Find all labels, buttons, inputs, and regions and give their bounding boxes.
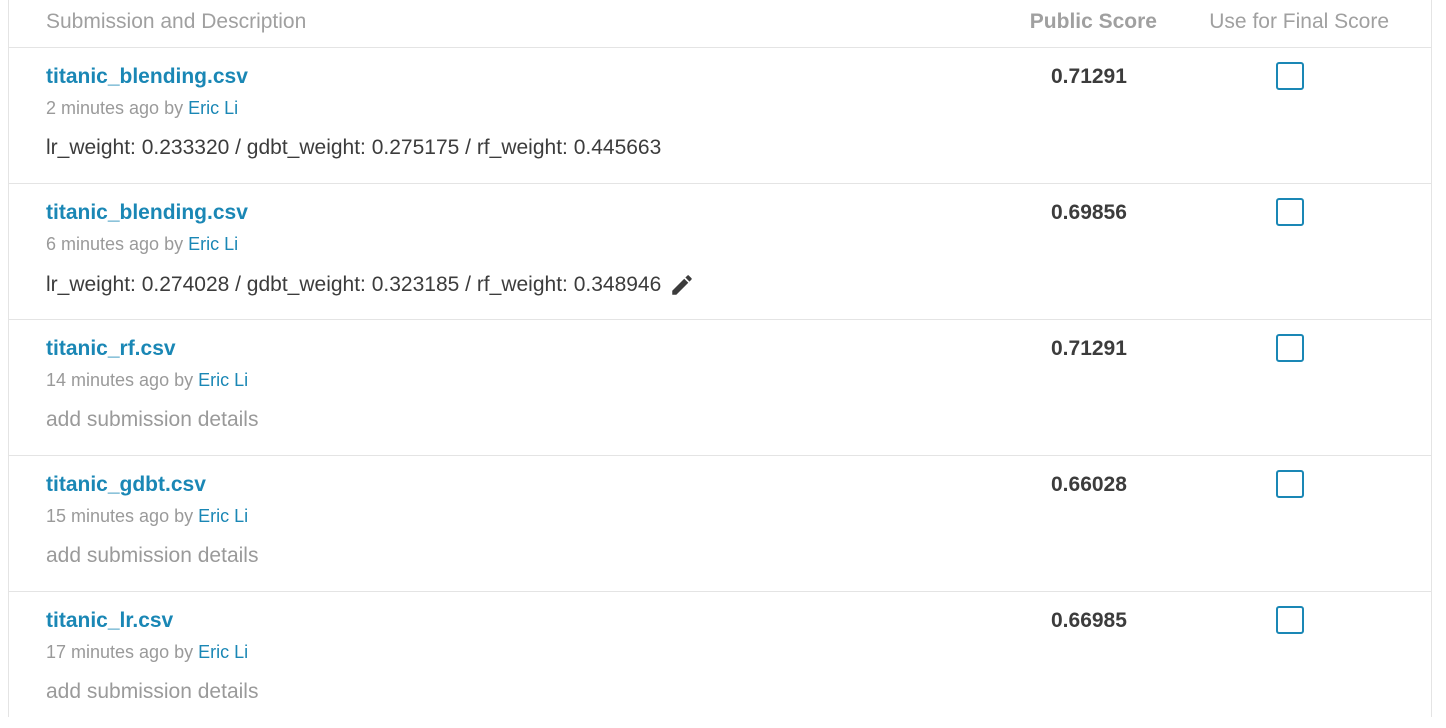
description-text: lr_weight: 0.274028 / gdbt_weight: 0.323… xyxy=(46,273,662,296)
submission-meta: 15 minutes ago by Eric Li xyxy=(46,506,248,527)
header-description: Submission and Description xyxy=(46,10,307,33)
submission-filename-link[interactable]: titanic_blending.csv xyxy=(46,201,248,225)
table-row: titanic_blending.csv 2 minutes ago by Er… xyxy=(9,48,1431,184)
table-header: Submission and Description Public Score … xyxy=(9,0,1431,48)
submissions-table: Submission and Description Public Score … xyxy=(8,0,1432,717)
public-score: 0.66028 xyxy=(1051,473,1127,496)
use-for-final-checkbox[interactable] xyxy=(1276,470,1304,498)
submission-description: lr_weight: 0.233320 / gdbt_weight: 0.275… xyxy=(46,136,661,160)
submission-description: lr_weight: 0.274028 / gdbt_weight: 0.323… xyxy=(46,272,695,298)
use-for-final-checkbox[interactable] xyxy=(1276,198,1304,226)
pencil-icon[interactable] xyxy=(669,272,695,298)
use-for-final-checkbox[interactable] xyxy=(1276,334,1304,362)
table-row: titanic_gdbt.csv 15 minutes ago by Eric … xyxy=(9,456,1431,592)
submission-meta: 6 minutes ago by Eric Li xyxy=(46,234,238,255)
submission-time: 2 minutes ago by xyxy=(46,98,184,118)
public-score: 0.71291 xyxy=(1051,337,1127,360)
add-submission-details-link[interactable]: add submission details xyxy=(46,544,258,568)
submission-meta: 2 minutes ago by Eric Li xyxy=(46,98,238,119)
public-score: 0.66985 xyxy=(1051,609,1127,632)
submission-filename-link[interactable]: titanic_gdbt.csv xyxy=(46,473,206,497)
author-link[interactable]: Eric Li xyxy=(198,642,248,662)
table-row: titanic_blending.csv 6 minutes ago by Er… xyxy=(9,184,1431,320)
use-for-final-checkbox[interactable] xyxy=(1276,606,1304,634)
description-text: add submission details xyxy=(46,680,259,703)
submission-filename-link[interactable]: titanic_lr.csv xyxy=(46,609,173,633)
author-link[interactable]: Eric Li xyxy=(188,234,238,254)
header-public-score[interactable]: Public Score xyxy=(1030,10,1157,34)
add-submission-details-link[interactable]: add submission details xyxy=(46,408,258,432)
submission-time: 17 minutes ago by xyxy=(46,642,194,662)
header-use-for-final-score: Use for Final Score xyxy=(1209,10,1389,33)
author-link[interactable]: Eric Li xyxy=(198,370,248,390)
author-link[interactable]: Eric Li xyxy=(198,506,248,526)
submission-time: 6 minutes ago by xyxy=(46,234,184,254)
submission-meta: 17 minutes ago by Eric Li xyxy=(46,642,248,663)
public-score: 0.71291 xyxy=(1051,65,1127,88)
author-link[interactable]: Eric Li xyxy=(188,98,238,118)
add-submission-details-link[interactable]: add submission details xyxy=(46,680,258,704)
submission-time: 14 minutes ago by xyxy=(46,370,194,390)
table-row: titanic_rf.csv 14 minutes ago by Eric Li… xyxy=(9,320,1431,456)
submission-filename-link[interactable]: titanic_rf.csv xyxy=(46,337,176,361)
description-text: add submission details xyxy=(46,544,259,567)
description-text: add submission details xyxy=(46,408,259,431)
description-text: lr_weight: 0.233320 / gdbt_weight: 0.275… xyxy=(46,136,662,159)
submission-meta: 14 minutes ago by Eric Li xyxy=(46,370,248,391)
table-row: titanic_lr.csv 17 minutes ago by Eric Li… xyxy=(9,592,1431,728)
submission-time: 15 minutes ago by xyxy=(46,506,194,526)
public-score: 0.69856 xyxy=(1051,201,1127,224)
use-for-final-checkbox[interactable] xyxy=(1276,62,1304,90)
submission-filename-link[interactable]: titanic_blending.csv xyxy=(46,65,248,89)
